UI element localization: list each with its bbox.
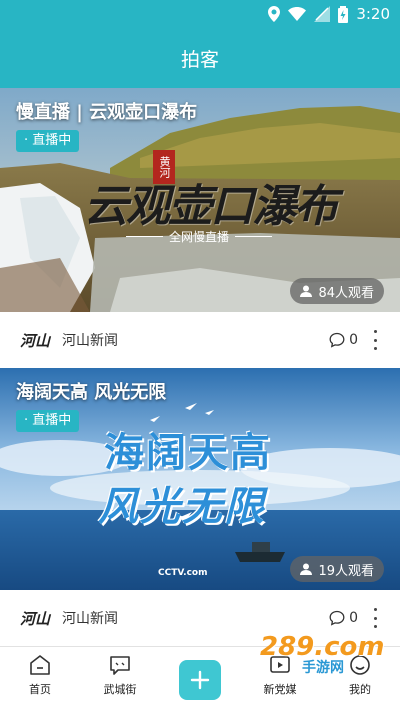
home-icon <box>30 655 50 675</box>
comment-icon <box>329 332 345 348</box>
battery-icon <box>338 5 349 23</box>
image-title-text: 云观壶口瀑布 <box>84 181 338 232</box>
plus-icon <box>190 670 210 690</box>
cctv-logo: CCTV.com <box>158 568 208 578</box>
image-headline-2: 风光无限 <box>98 483 266 530</box>
tab-wuchengjie[interactable]: 武城街 <box>80 653 160 709</box>
person-icon <box>300 285 313 297</box>
live-card[interactable]: 云观壶口瀑布 黄河 全网慢直播 慢直播 | 云观壶口瀑布 · 直播中 84人观看… <box>0 88 400 366</box>
tab-label: 新党媒 <box>263 683 297 696</box>
signal-icon <box>314 6 331 22</box>
status-time: 3:20 <box>356 5 390 23</box>
more-options-icon[interactable] <box>368 608 382 628</box>
page-title: 拍客 <box>180 48 219 71</box>
source-logo: 河山 <box>20 331 51 350</box>
tab-label: 我的 <box>349 683 371 696</box>
card-title: 海阔天高 风光无限 <box>16 382 167 403</box>
status-bar: 3:20 <box>0 0 400 28</box>
status-icons: 3:20 <box>268 4 390 24</box>
viewer-count-text: 19人观看 <box>318 563 374 579</box>
card-thumbnail[interactable]: 海阔天高 风光无限 CCTV.com 海阔天高 风光无限 · 直播中 19人观看 <box>0 368 400 590</box>
person-icon <box>300 563 313 575</box>
live-card[interactable]: 海阔天高 风光无限 CCTV.com 海阔天高 风光无限 · 直播中 19人观看… <box>0 368 400 646</box>
tab-label: 首页 <box>29 683 51 696</box>
chat-icon <box>110 656 130 675</box>
card-footer: 河山 河山新闻 0 <box>0 314 400 366</box>
live-badge: · 直播中 <box>16 130 80 152</box>
viewer-count-text: 84人观看 <box>318 285 374 301</box>
location-icon <box>268 6 281 22</box>
comment-count: 0 <box>349 610 358 626</box>
image-headline-1: 海阔天高 <box>104 429 272 476</box>
source-name[interactable]: 河山新闻 <box>62 330 118 350</box>
publish-button[interactable] <box>179 660 221 700</box>
source-name[interactable]: 河山新闻 <box>62 608 118 628</box>
comment-icon <box>329 610 345 626</box>
source-logo: 河山 <box>20 609 51 628</box>
viewer-count: 84人观看 <box>290 278 384 304</box>
more-options-icon[interactable] <box>368 330 382 350</box>
viewer-count: 19人观看 <box>290 556 384 582</box>
live-badge: · 直播中 <box>16 410 80 432</box>
comment-count: 0 <box>349 332 358 348</box>
app-bar: 拍客 <box>0 28 400 88</box>
comment-button[interactable]: 0 <box>329 332 358 348</box>
image-seal: 黄河 <box>153 150 175 184</box>
watermark-subtext: 手游网 <box>302 660 344 676</box>
tab-home[interactable]: 首页 <box>0 653 80 709</box>
image-subtext: 全网慢直播 <box>169 229 230 244</box>
comment-button[interactable]: 0 <box>329 610 358 626</box>
card-thumbnail[interactable]: 云观壶口瀑布 黄河 全网慢直播 慢直播 | 云观壶口瀑布 · 直播中 84人观看 <box>0 88 400 312</box>
wifi-icon <box>288 7 307 21</box>
card-title: 慢直播 | 云观壶口瀑布 <box>16 102 198 123</box>
tab-label: 武城街 <box>103 683 137 696</box>
image-subtext-row: 全网慢直播 <box>126 228 273 244</box>
